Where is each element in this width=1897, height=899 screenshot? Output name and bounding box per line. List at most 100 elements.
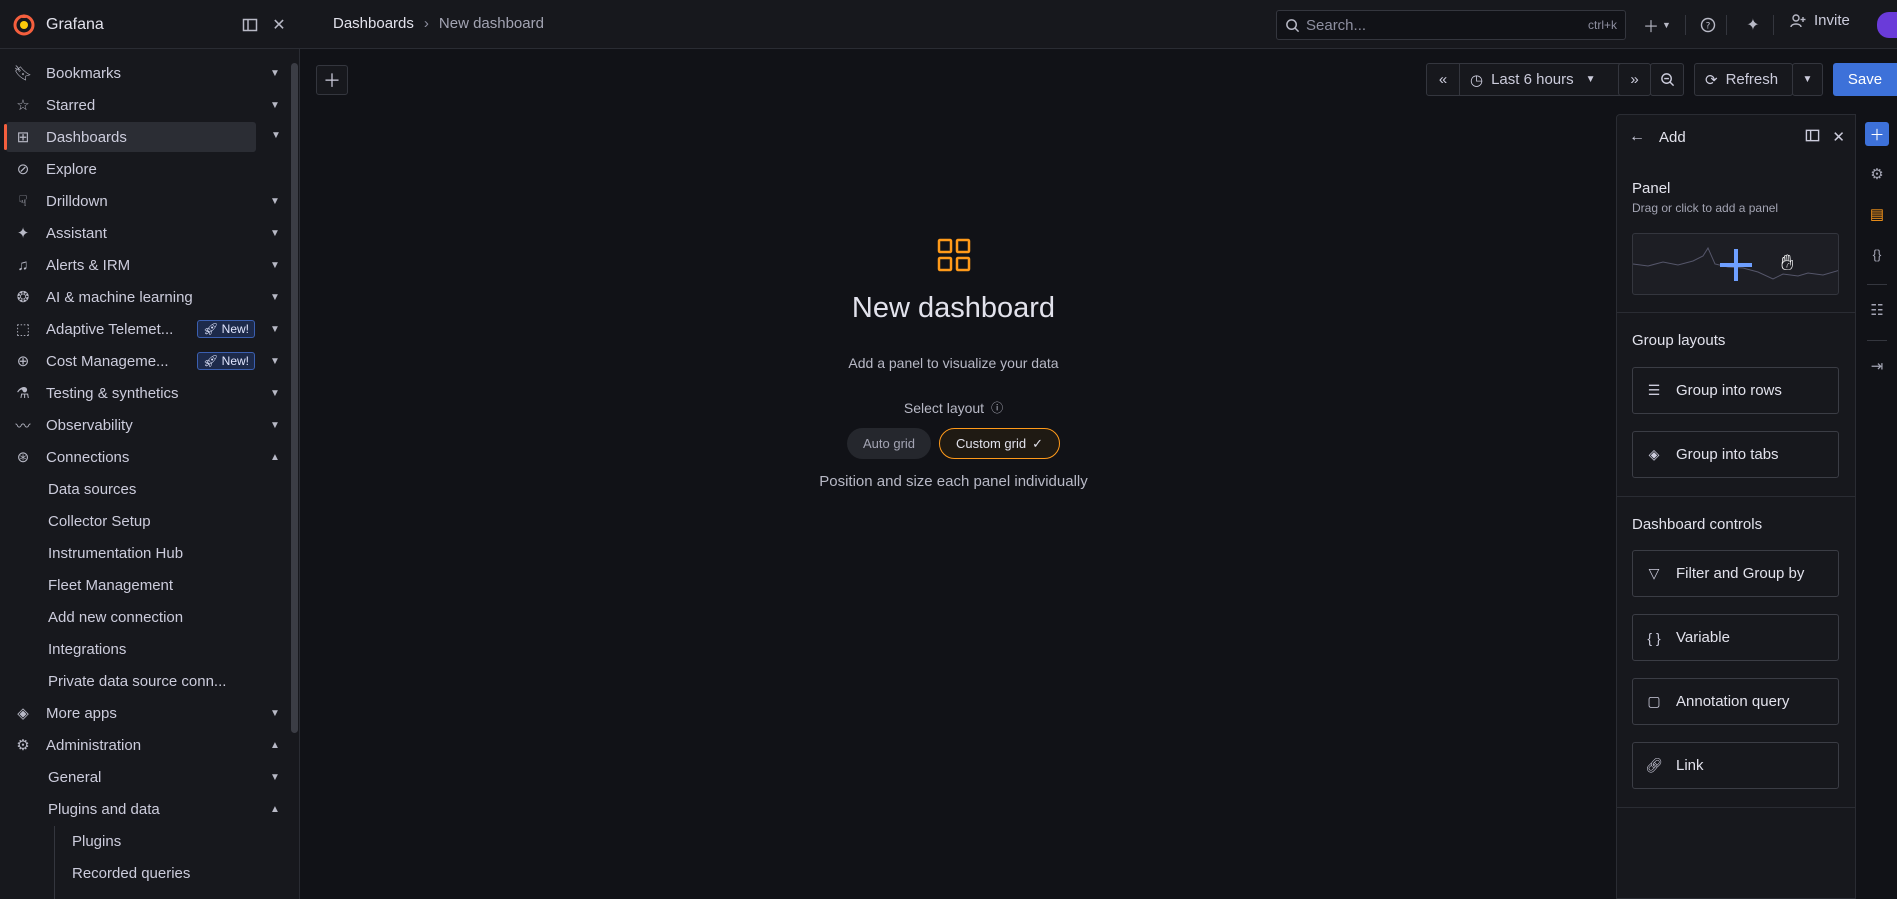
chevron-down-icon[interactable]: ▼ <box>265 260 285 271</box>
sidebar-item-recorded-queries[interactable]: Recorded queries <box>72 858 282 888</box>
empty-state-subtitle: Add a panel to visualize your data <box>848 355 1059 371</box>
chevron-up-icon[interactable]: ▲ <box>265 740 285 751</box>
close-menu-icon[interactable]: ✕ <box>268 14 290 36</box>
sidebar-item-observability[interactable]: 〰 Observability ▼ <box>6 410 285 440</box>
sidebar-item-instrumentation-hub[interactable]: Instrumentation Hub <box>48 538 285 568</box>
braces-icon[interactable]: {} <box>1865 242 1889 266</box>
sidebar-item-collector-setup[interactable]: Collector Setup <box>48 506 285 536</box>
chevron-up-icon[interactable]: ▲ <box>265 452 285 463</box>
chevron-down-icon[interactable]: ▼ <box>265 196 285 207</box>
sidebar-scrollbar[interactable] <box>291 63 298 733</box>
gear-icon[interactable]: ⚙︎ <box>1865 162 1889 186</box>
new-badge: 🚀︎ New! <box>197 352 255 370</box>
dashboard-grid-icon <box>937 238 970 272</box>
panel-section-title: Panel <box>1632 180 1671 197</box>
new-menu-icon[interactable]: ＋ ▼ <box>1640 14 1674 36</box>
top-bar: Grafana ✕ Dashboards › New dashboard Sea… <box>0 0 1897 49</box>
breadcrumb-dashboards[interactable]: Dashboards <box>333 15 414 32</box>
sidebar-item-dashboards[interactable]: ⊞ Dashboards <box>4 122 256 152</box>
sidebar-item-cost-management[interactable]: ⊕ Cost Manageme... 🚀︎ New! ▼ <box>6 346 285 376</box>
annotation-query-button[interactable]: ▢ Annotation query <box>1632 678 1839 725</box>
refresh-interval-chevron-icon[interactable]: ▼ <box>1792 63 1823 96</box>
help-icon[interactable]: ? <box>1697 14 1719 36</box>
variable-button[interactable]: { } Variable <box>1632 614 1839 661</box>
sidebar-item-fleet-management[interactable]: Fleet Management <box>48 570 285 600</box>
chevron-down-icon[interactable]: ▼ <box>265 420 285 431</box>
chevron-down-icon[interactable]: ▼ <box>265 324 285 335</box>
sidebar-item-connections[interactable]: ⊛ Connections ▲ <box>6 442 285 472</box>
sidebar-item-integrations[interactable]: Integrations <box>48 634 285 664</box>
add-panel-button[interactable]: ＋ <box>316 65 348 95</box>
filter-and-group-button[interactable]: ▽ Filter and Group by <box>1632 550 1839 597</box>
invite-button[interactable]: Invite <box>1790 12 1850 29</box>
sidebar-item-bookmarks[interactable]: 🔖︎ Bookmarks ▼ <box>6 58 285 88</box>
breadcrumb: Dashboards › New dashboard <box>333 15 544 32</box>
home-link[interactable]: Grafana <box>12 13 104 37</box>
shift-back-icon[interactable]: « <box>1427 64 1460 95</box>
chevron-down-icon[interactable]: ▼ <box>265 388 285 399</box>
sidebar-item-explore[interactable]: ⊘ Explore <box>6 154 285 184</box>
layers-icon: ◈ <box>17 705 29 722</box>
sidebar-item-testing[interactable]: ⚗︎ Testing & synthetics ▼ <box>6 378 285 408</box>
sidebar-item-plugins-and-data[interactable]: Plugins and data ▲ <box>48 794 285 824</box>
sidebar-item-ai-ml[interactable]: ❂ AI & machine learning ▼ <box>6 282 285 312</box>
braces-icon: { } <box>1647 629 1661 646</box>
chevron-down-icon[interactable]: ▼ <box>265 292 285 303</box>
divider <box>1617 496 1855 497</box>
list-icon: ☰ <box>1647 382 1661 398</box>
add-icon[interactable]: ＋ <box>1865 122 1889 146</box>
sidebar-item-private-data-source[interactable]: Private data source conn... <box>48 666 285 696</box>
layout-hint: Position and size each panel individuall… <box>819 473 1088 490</box>
chevron-up-icon[interactable]: ▲ <box>265 804 285 815</box>
chevron-down-icon[interactable]: ▼ <box>1586 74 1596 85</box>
badge-label: New! <box>221 322 249 336</box>
chevron-down-icon[interactable]: ▼ <box>265 708 285 719</box>
sidebar-item-label: Alerts & IRM <box>46 256 131 274</box>
link-button[interactable]: 🔗︎ Link <box>1632 742 1839 789</box>
sidebar-item-more-apps[interactable]: ◈ More apps ▼ <box>6 698 285 728</box>
info-icon[interactable]: ⓘ <box>991 399 1003 416</box>
dock-menu-icon[interactable] <box>239 14 261 36</box>
zoom-out-icon[interactable] <box>1650 63 1684 96</box>
refresh-icon: ⟳ <box>1705 71 1718 89</box>
chevron-down-icon[interactable]: ▼ <box>271 130 281 141</box>
chevron-down-icon[interactable]: ▼ <box>265 356 285 367</box>
collapse-pane-icon[interactable]: ⇥ <box>1865 354 1889 378</box>
cost-icon: ⊕ <box>16 353 30 370</box>
time-range-label[interactable]: Last 6 hours <box>1491 71 1574 88</box>
chevron-down-icon[interactable]: ▼ <box>265 228 285 239</box>
dock-pane-icon[interactable] <box>1805 128 1820 147</box>
save-button[interactable]: Save <box>1833 63 1897 96</box>
auto-grid-button[interactable]: Auto grid <box>846 428 932 459</box>
avatar[interactable] <box>1877 12 1897 38</box>
group-into-rows-button[interactable]: ☰ Group into rows <box>1632 367 1839 414</box>
refresh-button[interactable]: ⟳ Refresh <box>1694 63 1793 96</box>
apps-icon: ⊞ <box>16 129 30 146</box>
bell-icon: ♫ <box>17 256 29 274</box>
outline-list-icon[interactable]: ☷ <box>1865 298 1889 322</box>
sidebar-item-drilldown[interactable]: ☟ Drilldown ▼ <box>6 186 285 216</box>
close-icon[interactable]: ✕ <box>1832 128 1845 146</box>
panel-preview-tile[interactable]: ✋︎ <box>1632 233 1839 295</box>
sidebar-item-alerts[interactable]: ♫ Alerts & IRM ▼ <box>6 250 285 280</box>
sidebar-item-starred[interactable]: ☆ Starred ▼ <box>6 90 285 120</box>
add-pane: ← Add ✕ Panel Drag or click to add a pan… <box>1616 114 1856 899</box>
sidebar-item-general[interactable]: General ▼ <box>48 762 285 792</box>
chevron-down-icon[interactable]: ▼ <box>265 100 285 111</box>
sidebar-item-data-sources[interactable]: Data sources <box>48 474 285 504</box>
sidebar-item-assistant[interactable]: ✦ Assistant ▼ <box>6 218 285 248</box>
search-input[interactable]: Search... ctrl+k <box>1276 10 1626 40</box>
chevron-down-icon[interactable]: ▼ <box>265 772 285 783</box>
sidebar-item-add-new-connection[interactable]: Add new connection <box>48 602 285 632</box>
sidebar-item-administration[interactable]: ⚙︎ Administration ▲ <box>6 730 285 760</box>
sidebar-item-adaptive-telemetry[interactable]: ⬚ Adaptive Telemet... 🚀︎ New! ▼ <box>6 314 285 344</box>
chevron-down-icon[interactable]: ▼ <box>265 68 285 79</box>
group-into-tabs-button[interactable]: ◈ Group into tabs <box>1632 431 1839 478</box>
comment-icon[interactable]: ▤ <box>1865 202 1889 226</box>
shift-forward-icon[interactable]: » <box>1618 63 1651 96</box>
assistant-sparkle-icon[interactable]: ✦ <box>1742 14 1764 36</box>
custom-grid-button[interactable]: Custom grid ✓ <box>939 428 1061 459</box>
arrow-left-icon[interactable]: ← <box>1629 128 1645 146</box>
divider <box>1617 312 1855 313</box>
sidebar-item-plugins[interactable]: Plugins <box>72 826 282 856</box>
